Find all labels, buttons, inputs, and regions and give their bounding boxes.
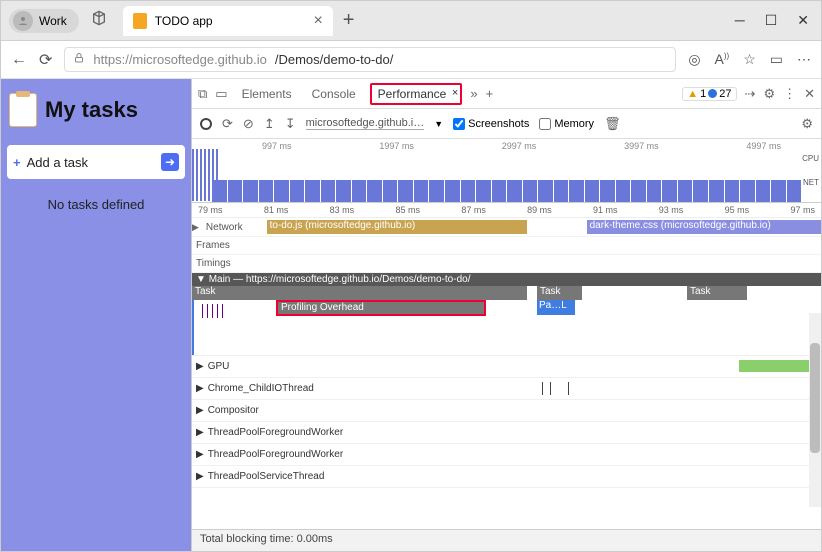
frames-track[interactable]: Frames [192, 237, 821, 255]
url-bar: ← ⟳ https://microsoftedge.github.io/Demo… [1, 41, 821, 79]
url-path: /Demos/demo-to-do/ [275, 52, 394, 67]
flame-chart[interactable]: 79 ms81 ms83 ms85 ms87 ms89 ms91 ms93 ms… [192, 203, 821, 529]
threadpool-service[interactable]: ▶ThreadPoolServiceThread [192, 466, 821, 488]
submit-icon[interactable]: ➜ [161, 153, 179, 171]
overview-ticks: 997 ms 1997 ms 2997 ms 3997 ms 4997 ms [212, 141, 821, 151]
overview-labels: CPU NET [802, 153, 819, 189]
gear-icon[interactable]: ⚙ [763, 86, 775, 102]
favicon-icon [133, 13, 147, 29]
clear-button[interactable]: ⊘ [243, 116, 254, 132]
timings-track[interactable]: Timings [192, 255, 821, 273]
perf-settings-icon[interactable]: ⚙ [801, 116, 813, 132]
time-ruler: 79 ms81 ms83 ms85 ms87 ms89 ms91 ms93 ms… [192, 203, 821, 218]
avatar-icon [13, 11, 33, 31]
workspace-icon[interactable] [91, 10, 107, 31]
close-devtools-icon[interactable]: ✕ [804, 86, 815, 102]
tab-performance[interactable]: Performance× [370, 83, 463, 105]
profile-label: Work [39, 14, 67, 28]
overview-timeline[interactable]: 997 ms 1997 ms 2997 ms 3997 ms 4997 ms C… [192, 139, 821, 203]
record-button[interactable] [200, 118, 212, 130]
add-task-input[interactable]: + Add a task ➜ [7, 145, 185, 179]
parse-layout-bar[interactable]: Pa…L [537, 300, 575, 315]
more-icon[interactable]: ⋯ [797, 51, 811, 68]
chevron-down-icon[interactable]: ▼ [434, 119, 443, 129]
profile-pill[interactable]: Work [9, 9, 79, 33]
memory-checkbox[interactable]: Memory [539, 118, 594, 130]
threadpool-fg-2[interactable]: ▶ThreadPoolForegroundWorker [192, 444, 821, 466]
network-item[interactable]: to-do.js (microsoftedge.github.io) [267, 220, 527, 234]
gpu-activity [739, 360, 809, 372]
favorite-icon[interactable]: ☆ [743, 51, 756, 68]
tracking-icon[interactable]: ◎ [688, 51, 700, 68]
tab-close-icon[interactable]: × [313, 12, 322, 30]
gpu-thread[interactable]: ▶GPU [192, 356, 821, 378]
browser-tab[interactable]: TODO app × [123, 6, 333, 36]
main-track[interactable]: Task Task Task Profiling Overhead Pa…L [192, 286, 821, 356]
compositor-thread[interactable]: ▶Compositor [192, 400, 821, 422]
todo-app: My tasks + Add a task ➜ No tasks defined [1, 79, 191, 551]
issues-badge[interactable]: ▲1 27 [682, 87, 736, 101]
overview-bars [212, 180, 801, 202]
refresh-button[interactable]: ⟳ [39, 50, 52, 70]
upload-button[interactable]: ↥ [264, 116, 275, 132]
device-icon[interactable]: ▭ [215, 86, 227, 102]
task-bar[interactable]: Task [537, 286, 582, 300]
reload-record-button[interactable]: ⟳ [222, 116, 233, 132]
lock-icon [73, 52, 85, 67]
tab-title: TODO app [155, 14, 213, 28]
tab-console[interactable]: Console [306, 83, 362, 105]
more-tabs-icon[interactable]: » [470, 86, 477, 101]
close-icon[interactable]: × [452, 87, 458, 99]
tab-elements[interactable]: Elements [236, 83, 298, 105]
network-item[interactable]: dark-theme.css (microsoftedge.github.io) [587, 220, 821, 234]
back-button[interactable]: ← [11, 51, 27, 69]
url-actions: ◎ A)) ☆ ▭ ⋯ [688, 51, 811, 68]
devtools-panel: ⧉ ▭ Elements Console Performance× » + ▲1… [191, 79, 821, 551]
task-bar[interactable]: Task [192, 286, 527, 300]
app-header: My tasks [5, 89, 187, 141]
scrollbar-thumb[interactable] [810, 343, 820, 453]
childio-thread[interactable]: ▶Chrome_ChildIOThread [192, 378, 821, 400]
app-title: My tasks [45, 97, 138, 123]
plus-icon: + [13, 155, 21, 170]
clipboard-icon [9, 93, 37, 127]
recording-url[interactable]: microsoftedge.github.i… [306, 117, 425, 130]
url-host: https://microsoftedge.github.io [93, 52, 266, 67]
address-box[interactable]: https://microsoftedge.github.io/Demos/de… [64, 47, 676, 72]
main-track-header[interactable]: ▼ Main — https://microsoftedge.github.io… [192, 273, 821, 286]
maximize-button[interactable]: ☐ [765, 12, 778, 29]
download-button[interactable]: ↧ [285, 116, 296, 132]
empty-state: No tasks defined [5, 197, 187, 212]
add-tab-icon[interactable]: + [486, 86, 494, 101]
reader-icon[interactable]: A)) [715, 51, 730, 68]
screenshots-checkbox[interactable]: Screenshots [453, 118, 529, 130]
devtools-tabs: ⧉ ▭ Elements Console Performance× » + ▲1… [192, 79, 821, 109]
scrollbar[interactable] [809, 313, 821, 507]
event-marks [202, 304, 242, 324]
chevron-right-icon[interactable]: ▶ [192, 222, 199, 233]
network-track[interactable]: ▶ Network to-do.js (microsoftedge.github… [192, 218, 821, 237]
profiling-overhead[interactable]: Profiling Overhead [276, 300, 486, 316]
collections-icon[interactable]: ▭ [770, 51, 783, 68]
new-tab-button[interactable]: + [343, 9, 355, 32]
task-bar[interactable]: Task [687, 286, 747, 300]
close-window-button[interactable]: ✕ [797, 12, 809, 29]
trash-icon[interactable]: 🗑 [604, 116, 621, 132]
settings-link-icon[interactable]: ⇢ [745, 86, 756, 102]
perf-toolbar: ⟳ ⊘ ↥ ↧ microsoftedge.github.i… ▼ Screen… [192, 109, 821, 139]
kebab-icon[interactable]: ⋮ [783, 86, 796, 102]
add-task-label: Add a task [27, 155, 88, 170]
threadpool-fg-1[interactable]: ▶ThreadPoolForegroundWorker [192, 422, 821, 444]
window-titlebar: Work TODO app × + ─ ☐ ✕ [1, 1, 821, 41]
minimize-button[interactable]: ─ [735, 12, 745, 29]
window-controls: ─ ☐ ✕ [735, 12, 821, 29]
inspect-icon[interactable]: ⧉ [198, 86, 207, 102]
perf-footer: Total blocking time: 0.00ms [192, 529, 821, 551]
